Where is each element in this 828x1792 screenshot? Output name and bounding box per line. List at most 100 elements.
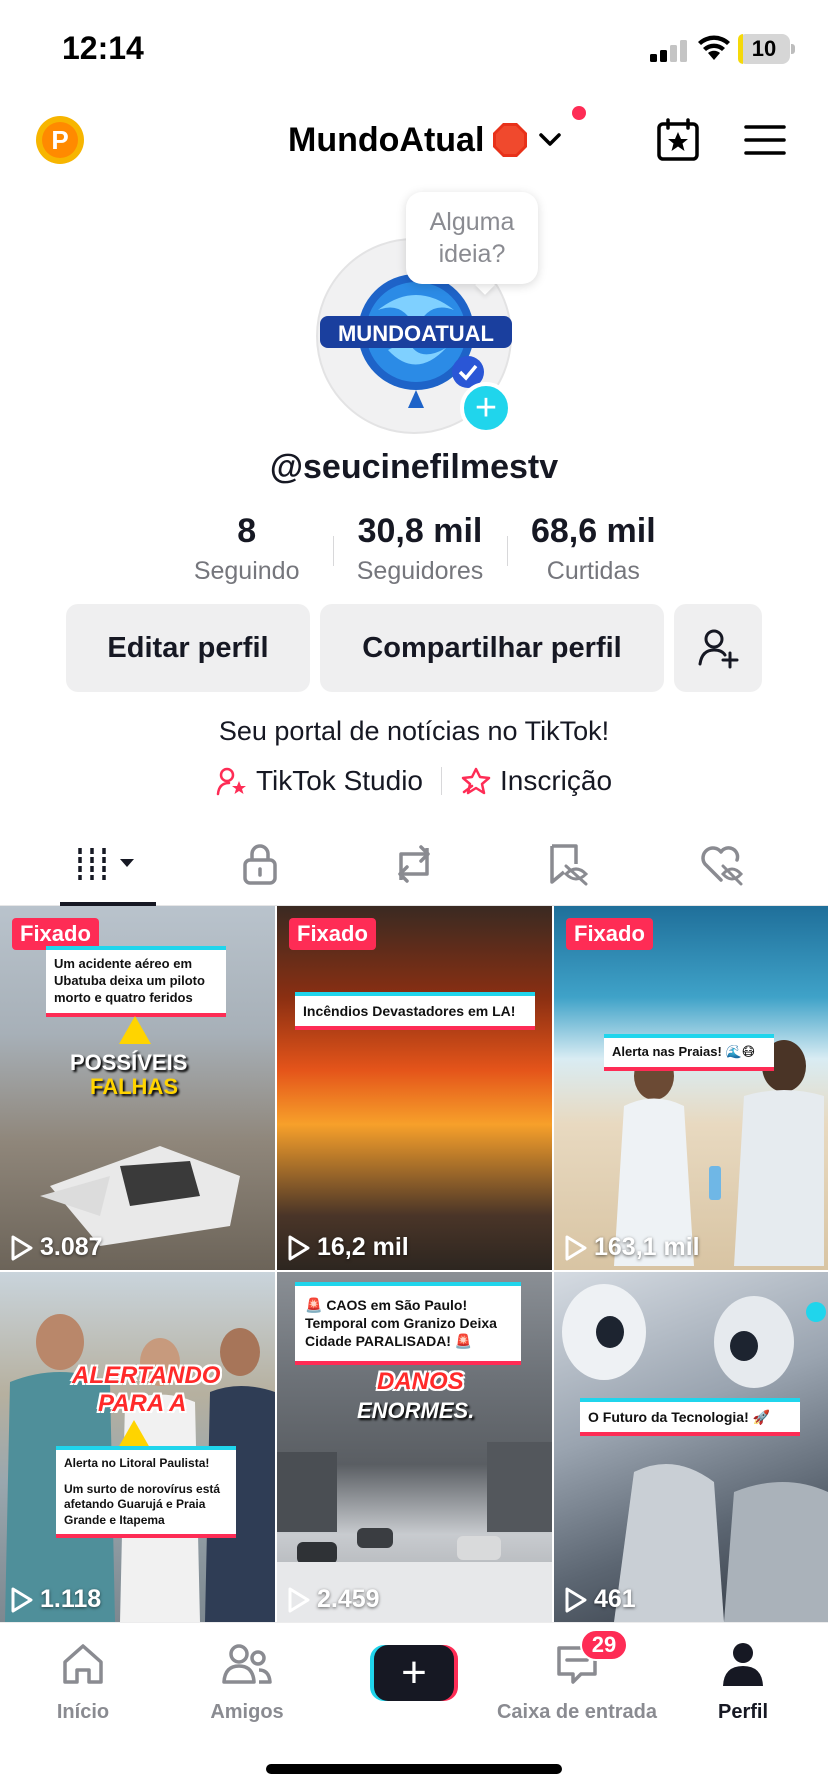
video-tile[interactable]: Fixado Alerta nas Praias! 🌊😷 163,1 mil: [554, 906, 828, 1270]
battery-tip: [791, 44, 795, 54]
play-icon: [565, 1235, 587, 1260]
account-switcher[interactable]: MundoAtual: [288, 114, 564, 166]
repost-icon: [398, 845, 430, 883]
add-avatar-button[interactable]: +: [460, 382, 512, 434]
stat-followers[interactable]: 30,8 mil Seguidores: [333, 512, 506, 592]
stat-label: Seguindo: [193, 557, 300, 585]
pinned-badge: Fixado: [289, 918, 376, 950]
view-count: 2.459: [287, 1585, 380, 1614]
plus-icon: +: [374, 1645, 454, 1701]
nav-inbox[interactable]: Caixa de entrada: [497, 1639, 657, 1724]
view-count-text: 461: [594, 1585, 636, 1613]
hamburger-menu-icon[interactable]: [744, 122, 786, 158]
subscription-link[interactable]: Inscrição: [460, 765, 612, 797]
nav-profile-label: Perfil: [717, 1701, 769, 1723]
profile-header: P MundoAtual: [0, 100, 828, 180]
bookmark-hidden-icon: [550, 844, 589, 886]
account-name: MundoAtual: [288, 120, 485, 159]
warning-icon: [119, 1016, 151, 1044]
stat-label: Seguidores: [356, 557, 484, 585]
tab-favorites[interactable]: [538, 840, 598, 888]
profile-actions: Editar perfil Compartilhar perfil: [66, 604, 762, 692]
subscription-label: Inscrição: [499, 765, 613, 796]
videos-grid-icon: [78, 848, 134, 880]
tab-reposts[interactable]: [384, 840, 444, 888]
video-caption: Um acidente aéreo em Ubatuba deixa um pi…: [46, 946, 226, 1017]
avatar-text-banner: MUNDOATUAL: [320, 316, 512, 348]
video-caption: Um surto de norovírus está afetando Guar…: [64, 1481, 221, 1527]
view-count-text: 3.087: [40, 1233, 103, 1261]
stat-likes[interactable]: 68,6 mil Curtidas: [506, 512, 680, 592]
cellular-signal-icon: [650, 40, 687, 62]
video-tile[interactable]: ALERTANDO PARA A Alerta no Litoral Pauli…: [0, 1272, 275, 1622]
tab-private[interactable]: [230, 840, 290, 888]
stat-value: 30,8 mil: [357, 512, 483, 550]
profile-bio: Seu portal de notícias no TikTok!: [218, 716, 610, 746]
video-caption: O Futuro da Tecnologia! 🚀: [580, 1398, 800, 1437]
video-headline: FALHAS: [90, 1074, 178, 1099]
view-count: 3.087: [10, 1233, 103, 1262]
person-star-icon: [216, 767, 246, 796]
video-headline: ALERTANDO: [72, 1362, 221, 1389]
video-tile[interactable]: 🚨 CAOS em São Paulo! Temporal com Graniz…: [277, 1272, 552, 1622]
tab-liked[interactable]: [692, 840, 752, 888]
tiktok-studio-link[interactable]: TikTok Studio: [216, 765, 423, 797]
play-icon: [565, 1587, 587, 1612]
stop-sign-icon: [493, 123, 528, 157]
stat-following[interactable]: 8 Seguindo: [160, 512, 333, 592]
robots-image: [562, 1284, 828, 1622]
view-count-text: 2.459: [317, 1585, 380, 1613]
video-tile[interactable]: O Futuro da Tecnologia! 🚀 461: [554, 1272, 828, 1622]
video-tile[interactable]: Fixado Um acidente aéreo em Ubatuba deix…: [0, 906, 275, 1270]
add-friends-button[interactable]: [674, 604, 762, 692]
tiktok-studio-label: TikTok Studio: [255, 765, 423, 796]
view-count-text: 163,1 mil: [594, 1233, 700, 1261]
video-caption-box: Alerta no Litoral Paulista! Um surto de …: [56, 1446, 236, 1539]
calendar-star-icon[interactable]: [656, 118, 700, 162]
video-headline: PARA A: [98, 1390, 187, 1417]
wifi-icon: [698, 35, 730, 60]
friends-icon: [222, 1644, 272, 1684]
video-headline: ENORMES.: [357, 1398, 475, 1423]
stat-value: 68,6 mil: [530, 512, 656, 550]
tab-videos[interactable]: [74, 840, 146, 888]
profile-tabs: [0, 820, 828, 906]
notification-dot: [572, 106, 586, 120]
nav-home[interactable]: Início: [8, 1639, 158, 1724]
stat-value: 8: [237, 512, 257, 550]
add-person-icon: [698, 629, 739, 669]
create-video-button[interactable]: +: [370, 1645, 458, 1701]
video-caption: Alerta nas Praias! 🌊😷: [604, 1034, 774, 1071]
pinned-badge: Fixado: [566, 918, 653, 950]
edit-profile-button[interactable]: Editar perfil: [66, 604, 310, 692]
battery-percent: 10: [751, 36, 777, 61]
nav-friends-label: Amigos: [210, 1701, 284, 1723]
status-bar: 12:14 10: [0, 0, 828, 100]
status-time: 12:14: [62, 30, 144, 66]
heart-hidden-icon: [701, 846, 744, 886]
video-tile[interactable]: Fixado Incêndios Devastadores em LA! 16,…: [277, 906, 552, 1270]
view-count: 16,2 mil: [287, 1233, 409, 1262]
nav-inbox-label: Caixa de entrada: [496, 1701, 658, 1723]
profile-links: TikTok Studio Inscrição: [0, 765, 828, 797]
video-headline: POSSÍVEIS: [70, 1050, 188, 1075]
video-caption-title: Alerta no Litoral Paulista!: [64, 1456, 210, 1470]
links-divider: [440, 767, 442, 795]
play-icon: [11, 1235, 33, 1260]
home-indicator: [266, 1764, 562, 1774]
video-caption: 🚨 CAOS em São Paulo! Temporal com Graniz…: [295, 1282, 521, 1365]
play-icon: [288, 1235, 310, 1260]
battery-indicator: 10: [738, 34, 790, 64]
username: @seucinefilmestv: [269, 448, 559, 486]
coins-button[interactable]: P: [36, 116, 84, 164]
share-profile-button[interactable]: Compartilhar perfil: [320, 604, 664, 692]
nav-profile[interactable]: Perfil: [668, 1639, 818, 1724]
idea-tooltip[interactable]: Alguma ideia?: [406, 192, 538, 284]
nav-friends[interactable]: Amigos: [172, 1639, 322, 1724]
video-headline: DANOS: [377, 1368, 464, 1395]
avatar-text: MUNDOATUAL: [338, 321, 494, 346]
video-caption: Incêndios Devastadores em LA!: [295, 992, 535, 1031]
view-count-text: 1.118: [40, 1585, 102, 1613]
inbox-badge: 29: [580, 1629, 628, 1661]
view-count: 163,1 mil: [564, 1233, 700, 1262]
